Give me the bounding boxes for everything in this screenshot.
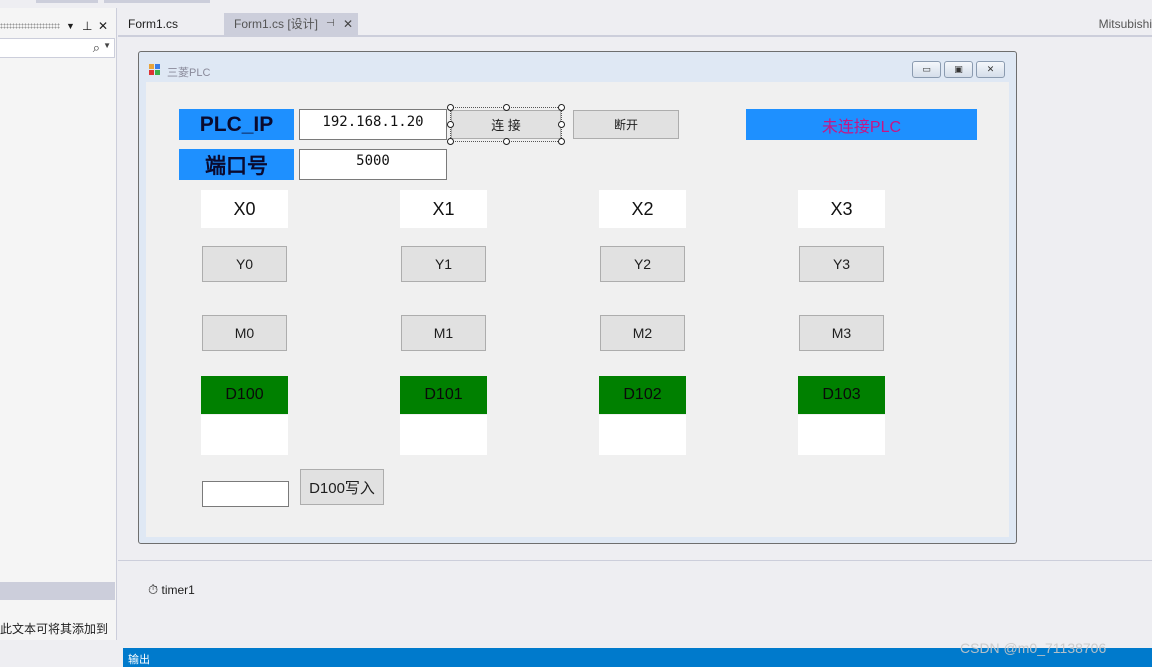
d102-label: D102 xyxy=(599,376,686,414)
maximize-button[interactable]: ▣ xyxy=(944,61,973,78)
resize-handle[interactable] xyxy=(447,138,454,145)
toolbox-panel: ▼ ⊥ ✕ ⌕ ▼ 此文本可将其添加到 xyxy=(0,8,117,640)
m0-button[interactable]: M0 xyxy=(202,315,287,351)
ip-input[interactable]: 192.168.1.20 xyxy=(299,109,447,140)
app-icon xyxy=(149,64,161,76)
resize-handle[interactable] xyxy=(558,138,565,145)
d101-label: D101 xyxy=(400,376,487,414)
selection-outline xyxy=(450,107,562,142)
x0-label: X0 xyxy=(201,190,288,228)
d102-value xyxy=(599,415,686,455)
x3-label: X3 xyxy=(798,190,885,228)
timer-label: timer1 xyxy=(161,583,195,597)
close-icon[interactable]: ✕ xyxy=(343,13,353,35)
d103-label: D103 xyxy=(798,376,885,414)
m3-button[interactable]: M3 xyxy=(799,315,884,351)
y0-button[interactable]: Y0 xyxy=(202,246,287,282)
form-title: 三菱PLC xyxy=(167,67,211,79)
panel-hint-text: 此文本可将其添加到 xyxy=(0,622,109,636)
close-icon[interactable]: ✕ xyxy=(98,18,108,34)
search-icon[interactable]: ⌕ xyxy=(93,40,100,56)
y1-button[interactable]: Y1 xyxy=(401,246,486,282)
resize-handle[interactable] xyxy=(558,104,565,111)
d100-write-input[interactable] xyxy=(202,481,289,507)
drag-grip[interactable] xyxy=(0,23,60,29)
bottom-left-area xyxy=(0,640,123,667)
timer1-component[interactable]: ⏱ timer1 xyxy=(148,582,195,598)
form-titlebar[interactable]: 三菱PLC ▭ ▣ ✕ xyxy=(139,52,1016,82)
y2-button[interactable]: Y2 xyxy=(600,246,685,282)
resize-handle[interactable] xyxy=(447,104,454,111)
dropdown-icon[interactable]: ▼ xyxy=(66,18,75,34)
m2-button[interactable]: M2 xyxy=(600,315,685,351)
component-tray xyxy=(118,560,1152,640)
d103-value xyxy=(798,415,885,455)
search-input[interactable]: ⌕ ▼ xyxy=(0,38,115,58)
resize-handle[interactable] xyxy=(503,138,510,145)
panel-header: ▼ ⊥ ✕ xyxy=(0,18,117,34)
pin-icon[interactable]: ⊥ xyxy=(82,18,92,34)
resize-handle[interactable] xyxy=(558,121,565,128)
resize-handle[interactable] xyxy=(447,121,454,128)
port-input[interactable]: 5000 xyxy=(299,149,447,180)
d100-value xyxy=(201,415,288,455)
x2-label: X2 xyxy=(599,190,686,228)
d100-write-button[interactable]: D100写入 xyxy=(300,469,384,505)
disconnect-button[interactable]: 断开 xyxy=(573,110,679,139)
y3-button[interactable]: Y3 xyxy=(799,246,884,282)
output-label: 输出 xyxy=(128,654,150,666)
pin-icon[interactable]: ⊣ xyxy=(326,13,335,35)
m1-button[interactable]: M1 xyxy=(401,315,486,351)
plc-ip-label: PLC_IP xyxy=(179,109,294,140)
x1-label: X1 xyxy=(400,190,487,228)
document-tabs: Form1.cs Form1.cs [设计] ⊣ ✕ Mitsubishi xyxy=(118,13,1152,36)
tab-form1-design[interactable]: Form1.cs [设计] ⊣ ✕ xyxy=(224,13,358,35)
top-strip xyxy=(0,0,1152,8)
menu-stub xyxy=(104,0,210,3)
timer-icon: ⏱ xyxy=(148,582,159,597)
solution-name: Mitsubishi xyxy=(1098,17,1152,31)
chevron-down-icon[interactable]: ▼ xyxy=(103,41,111,50)
d100-label: D100 xyxy=(201,376,288,414)
selected-item[interactable] xyxy=(0,582,115,600)
close-button[interactable]: ✕ xyxy=(976,61,1005,78)
resize-handle[interactable] xyxy=(503,104,510,111)
d101-value xyxy=(400,415,487,455)
port-label: 端口号 xyxy=(179,149,294,180)
menu-stub xyxy=(36,0,98,3)
connection-status: 未连接PLC xyxy=(746,109,977,140)
tab-label: Form1.cs [设计] xyxy=(234,17,319,31)
minimize-button[interactable]: ▭ xyxy=(912,61,941,78)
tab-form1-cs[interactable]: Form1.cs xyxy=(118,13,188,35)
watermark-text: CSDN @m0_71138706 xyxy=(960,640,1107,656)
